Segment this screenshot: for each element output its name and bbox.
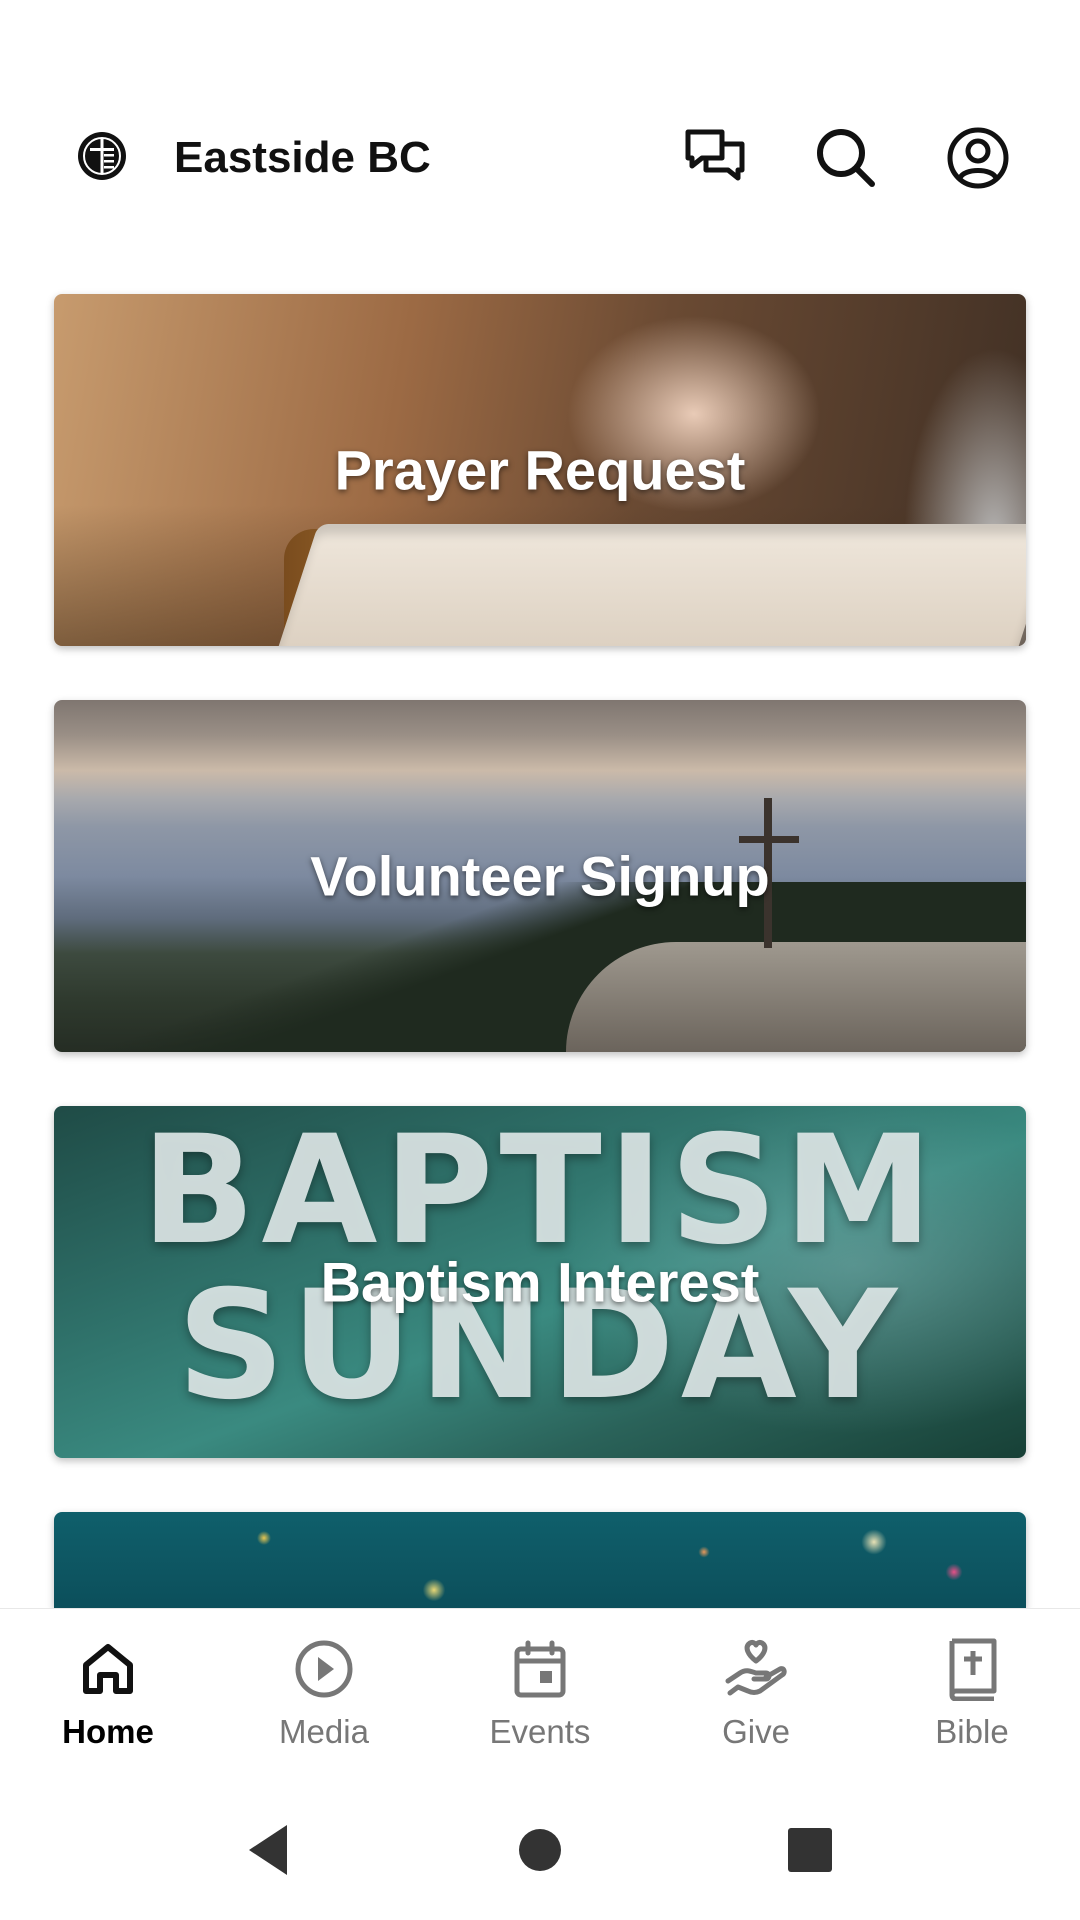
card-label: Baptism Interest	[320, 1250, 760, 1314]
search-icon[interactable]	[814, 126, 878, 190]
nav-label-bible: Bible	[935, 1713, 1009, 1750]
app-title: Eastside BC	[174, 133, 431, 182]
nav-item-home[interactable]: Home	[0, 1609, 216, 1777]
home-icon	[76, 1637, 140, 1701]
system-navigation-bar	[0, 1776, 1080, 1920]
nav-item-bible[interactable]: Bible	[864, 1609, 1080, 1777]
confetti-image	[54, 1512, 1026, 1608]
system-home-icon[interactable]	[510, 1820, 570, 1880]
give-hand-heart-icon	[724, 1637, 788, 1701]
card-label: Prayer Request	[334, 438, 746, 502]
card-prayer-request[interactable]: Prayer Request	[54, 294, 1026, 646]
system-recents-icon[interactable]	[780, 1820, 840, 1880]
card-label: Volunteer Signup	[310, 844, 770, 908]
card-volunteer-signup[interactable]: Volunteer Signup	[54, 700, 1026, 1052]
nav-item-events[interactable]: Events	[432, 1609, 648, 1777]
bottom-navigation: Home Media Events Give Bible	[0, 1608, 1080, 1777]
image-text-line1: BAPTISM	[141, 1106, 939, 1278]
nav-label-home: Home	[62, 1713, 154, 1750]
profile-icon[interactable]	[946, 126, 1010, 190]
nav-label-media: Media	[279, 1713, 369, 1750]
bible-icon	[940, 1637, 1004, 1701]
nav-label-give: Give	[722, 1713, 790, 1750]
nav-item-give[interactable]: Give	[648, 1609, 864, 1777]
calendar-icon	[508, 1637, 572, 1701]
card-baptism-interest[interactable]: BAPTISM SUNDAY Baptism Interest	[54, 1106, 1026, 1458]
app-header: Eastside BC	[0, 0, 1080, 240]
nav-label-events: Events	[489, 1713, 591, 1750]
nav-item-media[interactable]: Media	[216, 1609, 432, 1777]
card-list: Prayer Request Volunteer Signup BAPTISM …	[54, 294, 1026, 1662]
system-back-icon[interactable]	[238, 1820, 298, 1880]
card-partial[interactable]	[54, 1512, 1026, 1608]
chat-icon[interactable]	[682, 126, 746, 190]
church-logo-icon	[76, 130, 128, 182]
play-circle-icon	[292, 1637, 356, 1701]
